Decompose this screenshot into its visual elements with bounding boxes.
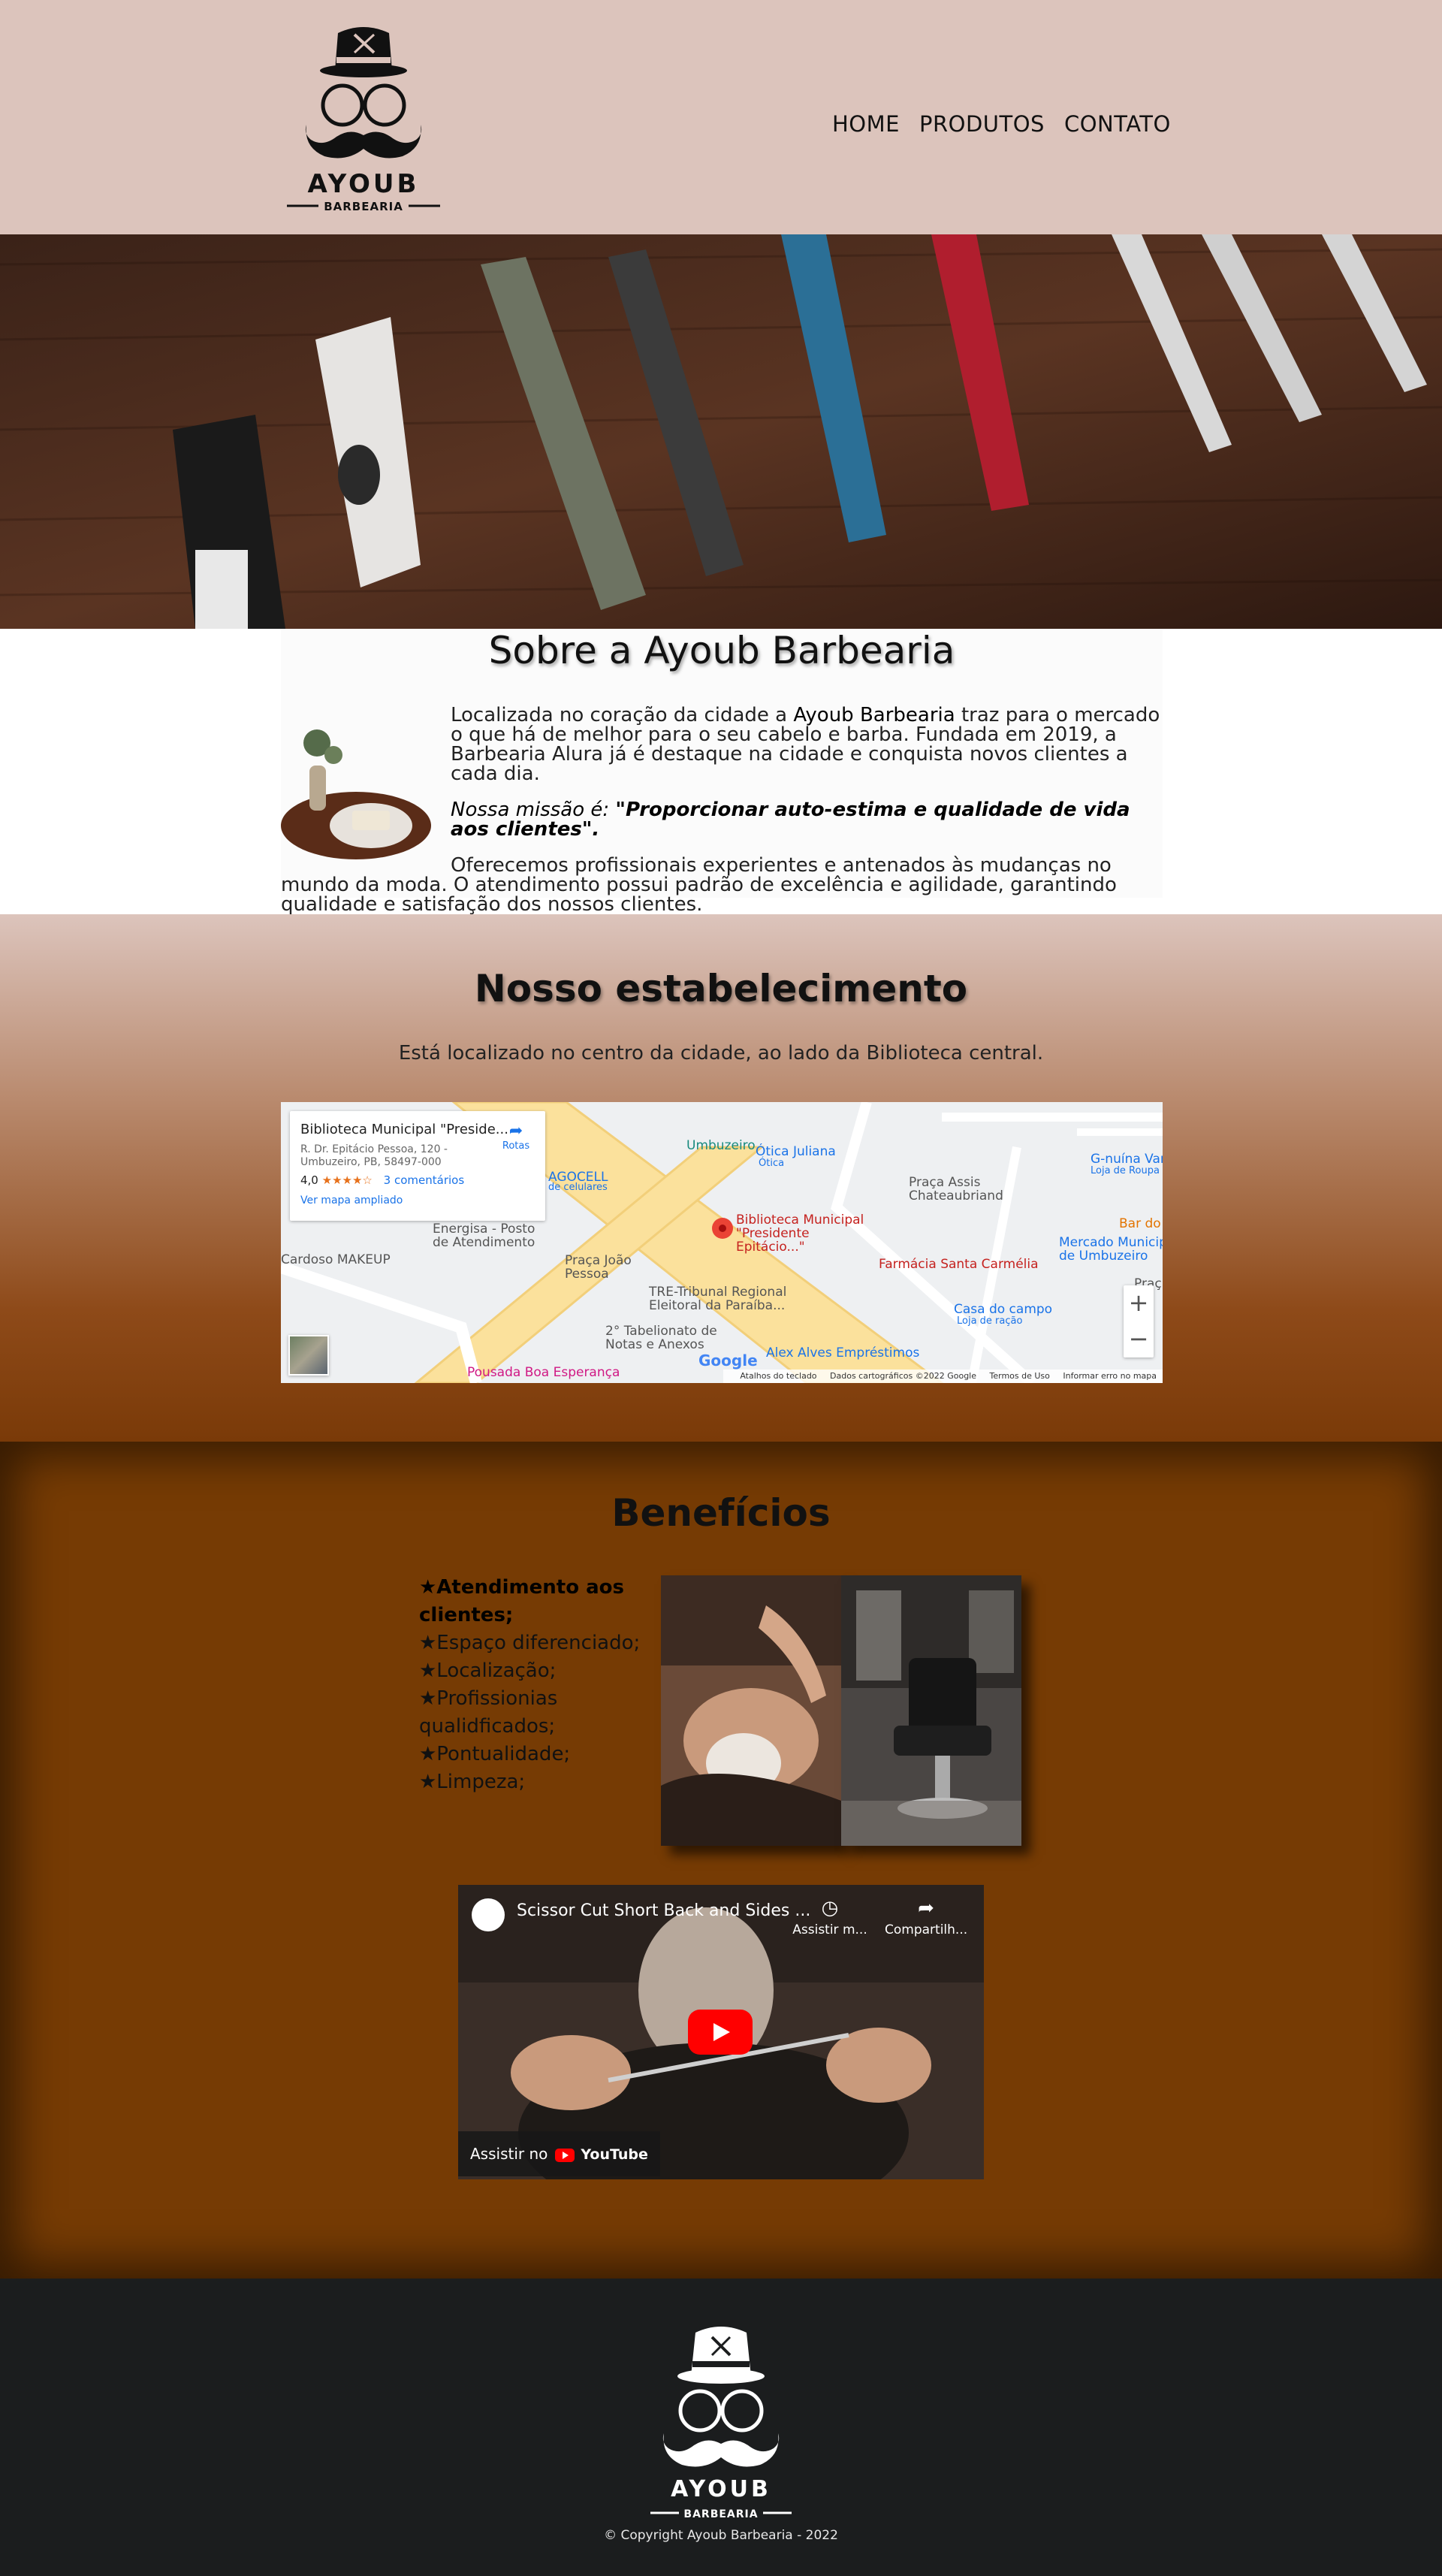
map-enlarge-link[interactable]: Ver mapa ampliado	[300, 1194, 535, 1206]
map-label-pousada: Pousada Boa Esperança	[467, 1365, 620, 1380]
map-directions-button[interactable]: ➦ Rotas	[497, 1122, 535, 1152]
map-zoom-controls: + −	[1124, 1285, 1154, 1357]
map-place-card: Biblioteca Municipal "Preside... R. Dr. …	[290, 1111, 545, 1221]
map-label-energisa: Energisa - Posto de Atendimento	[433, 1222, 535, 1250]
benefit-item: ★Espaço diferenciado;	[419, 1632, 641, 1654]
share-icon: ➦	[918, 1897, 934, 1919]
map-label-biblioteca: Biblioteca Municipal "Presidente Epitáci…	[736, 1213, 864, 1255]
benefits-title: Benefícios	[611, 1491, 831, 1535]
svg-text:BARBEARIA: BARBEARIA	[683, 2508, 758, 2520]
about-section: Sobre a Ayoub Barbearia Localizada no co…	[0, 629, 1442, 914]
ayoub-footer-logo: AYOUB BARBEARIA	[650, 2327, 792, 2520]
nav-contact-link[interactable]: CONTATO	[1064, 111, 1171, 137]
barber-shaving-photo	[661, 1575, 841, 1846]
map-label-gnuina: G-nuína Vari	[1091, 1152, 1163, 1167]
google-logo: Google	[698, 1351, 758, 1370]
play-button-icon[interactable]	[688, 2010, 753, 2055]
youtube-video-embed[interactable]: Scissor Cut Short Back and Sides ... ◷ As…	[458, 1885, 984, 2179]
establishment-section: Nosso estabelecimento Está localizado no…	[0, 914, 1442, 1442]
map-report-link[interactable]: Informar erro no mapa	[1063, 1371, 1157, 1381]
barber-chair-photo	[841, 1575, 1021, 1846]
map-label-tabelionato: 2° Tabelionato de Notas e Anexos	[605, 1324, 717, 1352]
map-place-rating: 4,0 ★★★★☆ 3 comentários	[300, 1173, 465, 1187]
about-card: Sobre a Ayoub Barbearia Localizada no co…	[281, 629, 1163, 914]
map-label-otica-sub: Ótica	[759, 1158, 785, 1169]
benefit-item: ★Pontualidade;	[419, 1743, 571, 1765]
share-button[interactable]: ➦ Compartilh...	[885, 1897, 967, 1937]
map-label-otica: Ótica Juliana	[756, 1144, 836, 1159]
channel-avatar[interactable]	[472, 1898, 505, 1931]
map-label-cardoso: Cardoso MAKEUP	[281, 1252, 391, 1267]
watch-on-youtube-button[interactable]: Assistir no YouTube	[458, 2131, 660, 2176]
map-zoom-out-button[interactable]: −	[1124, 1321, 1154, 1357]
map-label-mercado: Mercado Municip de Umbuzeiro	[1059, 1235, 1163, 1264]
directions-icon: ➦	[508, 1122, 523, 1140]
watch-later-button[interactable]: ◷ Assistir m...	[789, 1897, 871, 1937]
map-label-praca-joao: Praça João Pessoa	[565, 1253, 632, 1282]
about-text: Localizada no coração da cidade a Ayoub …	[281, 705, 1163, 931]
site-footer: AYOUB BARBEARIA © Copyright Ayoub Barbea…	[0, 2279, 1442, 2576]
establishment-subtitle: Está localizado no centro da cidade, ao …	[398, 1042, 1044, 1065]
about-paragraph-services: Oferecemos profissionais experientes e a…	[281, 854, 1117, 916]
google-map-embed[interactable]: Biblioteca Municipal "Preside... R. Dr. …	[281, 1102, 1163, 1383]
benefit-item: ★Atendimento aos clientes;	[419, 1576, 624, 1626]
about-title: Sobre a Ayoub Barbearia	[488, 629, 955, 672]
copyright-text: © Copyright Ayoub Barbearia - 2022	[604, 2528, 838, 2543]
video-title[interactable]: Scissor Cut Short Back and Sides ...	[517, 1901, 810, 1920]
map-label-bar: Bar do	[1119, 1216, 1161, 1231]
map-label-agocell-sub: de celulares	[548, 1182, 608, 1193]
benefits-section: Benefícios ★Atendimento aos clientes; ★E…	[0, 1442, 1442, 2279]
nav-home-link[interactable]: HOME	[832, 111, 900, 137]
map-label-umbuzeiro: Umbuzeiro	[686, 1138, 756, 1153]
establishment-title: Nosso estabelecimento	[474, 967, 968, 1010]
map-label-casa-sub: Loja de ração	[957, 1315, 1023, 1327]
map-data-credit: Dados cartográficos ©2022 Google	[830, 1371, 976, 1381]
map-terms-link[interactable]: Termos de Uso	[990, 1371, 1050, 1381]
benefit-item: ★Limpeza;	[419, 1771, 526, 1793]
nav-products-link[interactable]: PRODUTOS	[919, 111, 1045, 137]
benefit-item: ★Profissionias qualidficados;	[419, 1687, 558, 1738]
svg-text:AYOUB: AYOUB	[308, 169, 420, 199]
map-shortcuts-link[interactable]: Atalhos do teclado	[740, 1371, 816, 1381]
hero-banner-image	[0, 234, 1442, 629]
benefit-item: ★Localização;	[419, 1659, 557, 1682]
map-label-praca-assis: Praça Assis Chateaubriand	[909, 1175, 1003, 1203]
map-label-casa: Casa do campo	[954, 1302, 1053, 1317]
svg-text:BARBEARIA: BARBEARIA	[324, 200, 403, 213]
rating-stars-icon: ★★★★☆	[321, 1173, 373, 1187]
clock-icon: ◷	[821, 1897, 839, 1919]
main-nav: HOME PRODUTOS CONTATO	[832, 111, 1171, 137]
map-label-alex: Alex Alves Empréstimos	[766, 1345, 920, 1360]
map-satellite-toggle[interactable]	[288, 1335, 329, 1376]
svg-text:AYOUB: AYOUB	[671, 2476, 771, 2502]
map-place-address: R. Dr. Epitácio Pessoa, 120 - Umbuzeiro,…	[300, 1143, 448, 1168]
map-label-farmacia: Farmácia Santa Carmélia	[879, 1257, 1039, 1272]
ayoub-logo[interactable]: AYOUB BARBEARIA	[281, 15, 446, 215]
map-zoom-in-button[interactable]: +	[1124, 1285, 1154, 1321]
youtube-icon	[555, 2148, 575, 2162]
map-reviews-link[interactable]: 3 comentários	[384, 1173, 464, 1187]
site-header: AYOUB BARBEARIA HOME PRODUTOS CONTATO	[0, 0, 1442, 234]
map-attribution: Atalhos do teclado Dados cartográficos ©…	[723, 1370, 1163, 1383]
map-label-gnuina-sub: Loja de Roupa	[1091, 1165, 1160, 1176]
map-label-tre: TRE-Tribunal Regional Eleitoral da Paraí…	[649, 1285, 787, 1313]
benefits-list: ★Atendimento aos clientes; ★Espaço difer…	[419, 1574, 644, 1796]
